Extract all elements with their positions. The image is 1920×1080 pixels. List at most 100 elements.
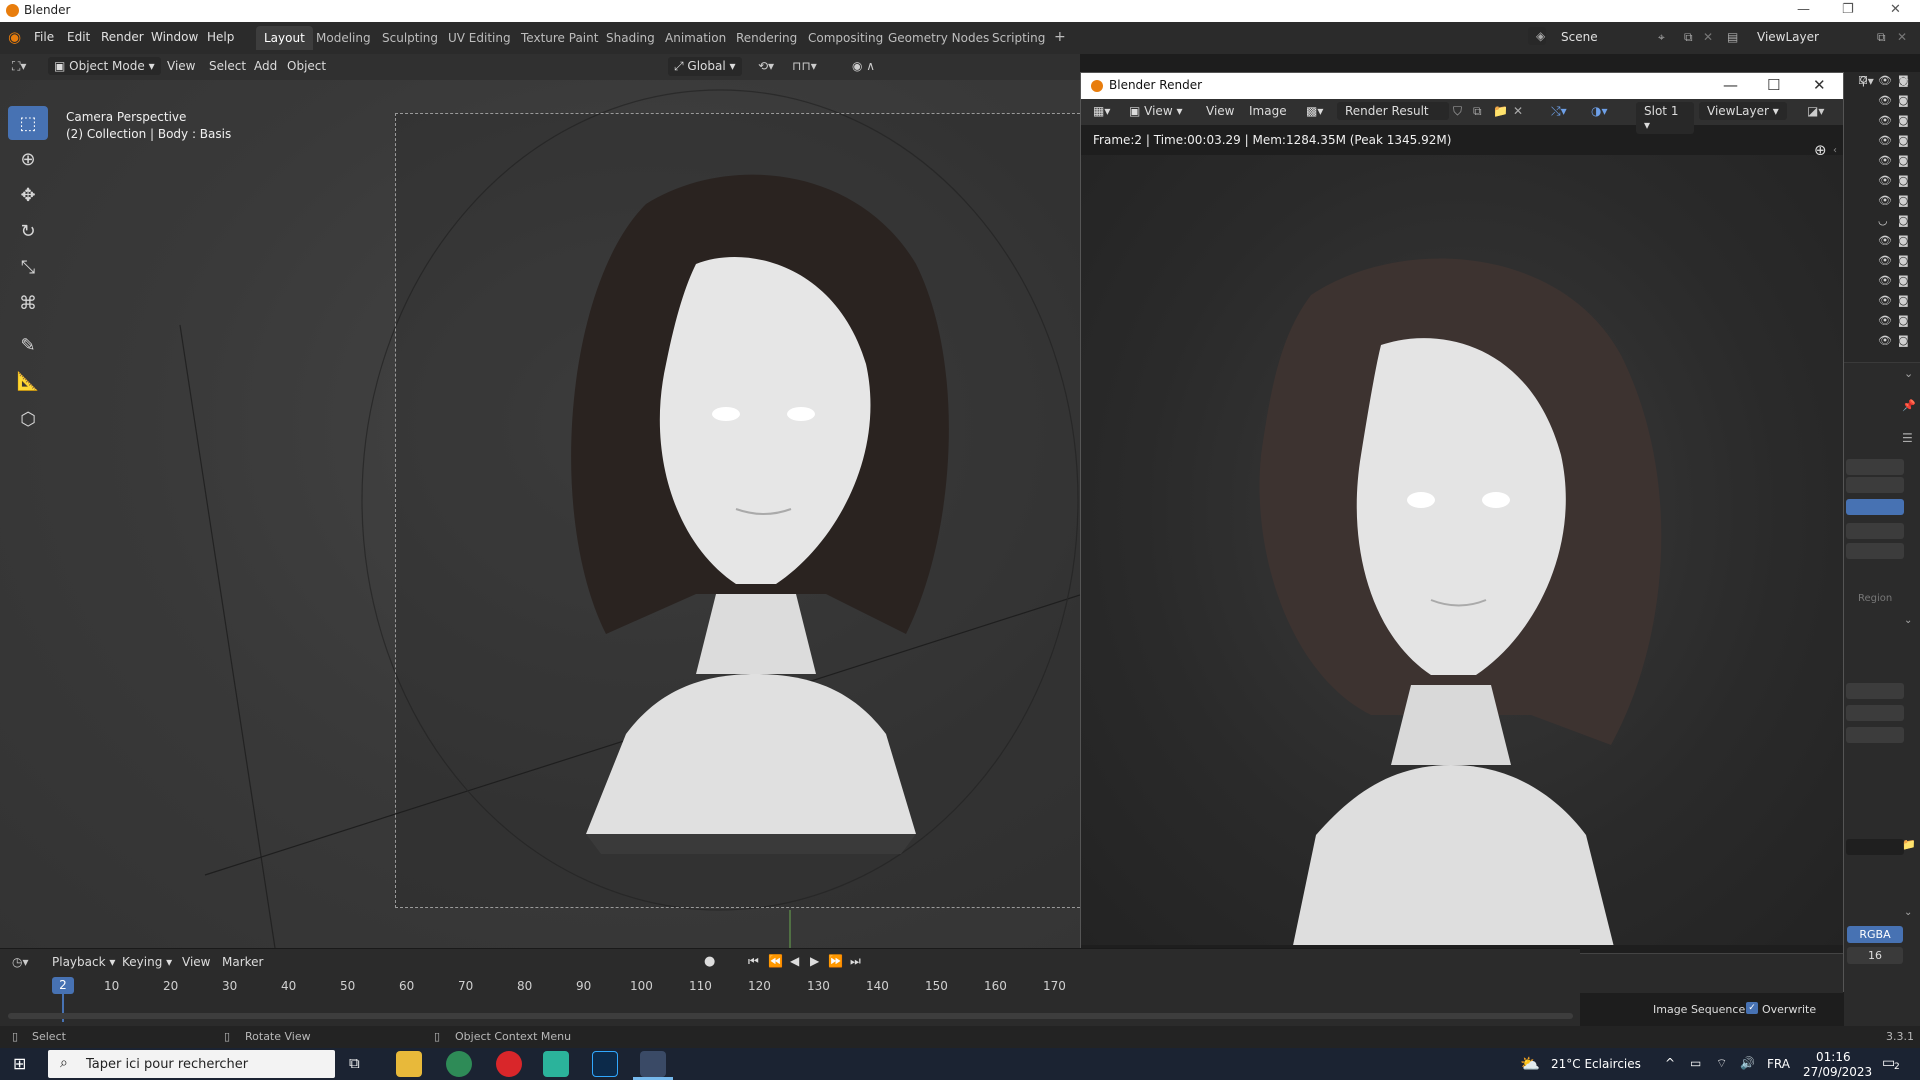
- play-icon[interactable]: ▶: [810, 954, 819, 968]
- close-icon[interactable]: ✕: [1890, 2, 1901, 17]
- view-layer-icon[interactable]: ▤: [1727, 30, 1738, 44]
- render-close-icon[interactable]: ✕: [1813, 76, 1826, 94]
- visibility-eye-icon[interactable]: 👁: [1878, 154, 1892, 167]
- tab-scripting[interactable]: Scripting: [984, 26, 1053, 50]
- render-camera-icon[interactable]: ◙: [1898, 254, 1910, 267]
- proportional-edit-icon[interactable]: ◉ ∧: [852, 59, 875, 73]
- visibility-eye-icon[interactable]: 👁: [1878, 314, 1892, 327]
- prev-keyframe-icon[interactable]: ⏪: [768, 954, 783, 968]
- tab-uv-editing[interactable]: UV Editing: [440, 26, 519, 50]
- photoshop-icon[interactable]: [592, 1051, 618, 1077]
- render-camera-icon[interactable]: ◙: [1898, 214, 1910, 227]
- windows-start-icon[interactable]: ⊞: [13, 1054, 26, 1073]
- tab-shading[interactable]: Shading: [598, 26, 663, 50]
- image-browse-icon[interactable]: ▩▾: [1306, 104, 1323, 118]
- dropdown-arrow-icon[interactable]: ⌄: [1904, 615, 1912, 626]
- delete-scene-icon[interactable]: ✕: [1703, 30, 1713, 44]
- visibility-eye-icon[interactable]: 👁: [1878, 74, 1892, 87]
- overlay-icon[interactable]: ◑▾: [1591, 104, 1608, 118]
- menu-add[interactable]: Add: [254, 59, 277, 73]
- list-icon[interactable]: ☰: [1902, 431, 1913, 445]
- output-path-field[interactable]: [1846, 839, 1904, 855]
- rotate-tool-icon[interactable]: ↻: [8, 214, 48, 248]
- menu-window[interactable]: Window: [151, 30, 198, 44]
- record-icon[interactable]: ●: [704, 954, 715, 969]
- timeline[interactable]: ◷▾ Playback ▾ Keying ▾ View Marker ● ⏮ ⏪…: [0, 948, 1580, 1026]
- color-depth-toggle[interactable]: 16: [1847, 947, 1903, 964]
- timeline-editor-icon[interactable]: ◷▾: [12, 955, 29, 969]
- render-camera-icon[interactable]: ◙: [1898, 114, 1910, 127]
- jump-start-icon[interactable]: ⏮: [748, 954, 759, 969]
- render-camera-icon[interactable]: ◙: [1898, 94, 1910, 107]
- property-field[interactable]: [1846, 543, 1904, 559]
- new-scene-icon[interactable]: ⧉: [1684, 30, 1693, 45]
- file-explorer-icon[interactable]: [396, 1051, 422, 1077]
- render-camera-icon[interactable]: ◙: [1898, 174, 1910, 187]
- image-name-field[interactable]: Render Result: [1337, 102, 1449, 120]
- clock-date[interactable]: 27/09/2023: [1803, 1065, 1872, 1079]
- render-camera-icon[interactable]: ◙: [1898, 134, 1910, 147]
- visibility-eye-icon[interactable]: 👁: [1878, 234, 1892, 247]
- tab-rendering[interactable]: Rendering: [728, 26, 805, 50]
- marker-menu[interactable]: Marker: [222, 955, 263, 969]
- view-mode-dropdown[interactable]: ▣ View ▾: [1129, 104, 1182, 118]
- render-camera-icon[interactable]: ◙: [1898, 274, 1910, 287]
- opera-icon[interactable]: [496, 1051, 522, 1077]
- property-field[interactable]: [1846, 459, 1904, 475]
- folder-icon[interactable]: 📁: [1902, 838, 1916, 851]
- delete-view-layer-icon[interactable]: ✕: [1897, 30, 1907, 44]
- tab-layout[interactable]: Layout: [256, 26, 313, 50]
- render-camera-icon[interactable]: ◙: [1898, 314, 1910, 327]
- visibility-eye-icon[interactable]: 👁: [1878, 134, 1892, 147]
- dropdown-arrow-icon[interactable]: ⌄: [1904, 907, 1912, 918]
- scale-tool-icon[interactable]: ⤡: [8, 250, 48, 284]
- render-camera-icon[interactable]: ◙: [1898, 74, 1910, 87]
- render-camera-icon[interactable]: ◙: [1898, 154, 1910, 167]
- visibility-eye-icon[interactable]: 👁: [1878, 174, 1892, 187]
- gizmo-icon[interactable]: ⤭▾: [1551, 104, 1567, 119]
- overwrite-checkbox[interactable]: ✓: [1746, 1002, 1758, 1014]
- select-box-tool-icon[interactable]: ⬚: [8, 106, 48, 140]
- editor-type-icon[interactable]: ⛶▾: [12, 59, 26, 74]
- visibility-eye-icon[interactable]: 👁: [1878, 114, 1892, 127]
- visibility-eye-icon[interactable]: 👁: [1878, 254, 1892, 267]
- language-indicator[interactable]: FRA: [1767, 1057, 1790, 1071]
- maximize-icon[interactable]: ❐: [1842, 2, 1854, 17]
- add-cube-tool-icon[interactable]: ⬡: [8, 402, 48, 436]
- property-field-active[interactable]: [1846, 499, 1904, 515]
- move-tool-icon[interactable]: ✥: [8, 178, 48, 212]
- annotate-tool-icon[interactable]: ✎: [8, 328, 48, 362]
- collapse-icon[interactable]: ⌄: [1904, 367, 1913, 380]
- tab-texture-paint[interactable]: Texture Paint: [513, 26, 606, 50]
- render-layer-dropdown[interactable]: ViewLayer ▾: [1699, 102, 1787, 120]
- cursor-tool-icon[interactable]: ⊕: [8, 142, 48, 176]
- menu-view[interactable]: View: [1206, 104, 1234, 118]
- render-camera-icon[interactable]: ◙: [1898, 334, 1910, 347]
- property-field[interactable]: [1846, 727, 1904, 743]
- exclude-checkbox[interactable]: ☑: [1858, 74, 1868, 87]
- measure-tool-icon[interactable]: 📐: [8, 364, 48, 398]
- slot-dropdown[interactable]: Slot 1 ▾: [1636, 102, 1694, 134]
- 3d-viewport[interactable]: Camera Perspective (2) Collection | Body…: [0, 80, 1080, 948]
- chrome-icon[interactable]: [446, 1051, 472, 1077]
- visibility-eye-icon[interactable]: 👁: [1878, 334, 1892, 347]
- clock-time[interactable]: 01:16: [1816, 1050, 1851, 1064]
- open-image-icon[interactable]: 📁: [1493, 104, 1508, 118]
- tab-modeling[interactable]: Modeling: [308, 26, 379, 50]
- hidden-eye-icon[interactable]: ◡: [1878, 214, 1890, 227]
- fake-user-shield-icon[interactable]: ⛉: [1453, 104, 1462, 119]
- snap-icon[interactable]: ⊓⊓▾: [792, 59, 817, 73]
- render-camera-icon[interactable]: ◙: [1898, 294, 1910, 307]
- menu-render[interactable]: Render: [101, 30, 144, 44]
- mode-dropdown[interactable]: ▣ Object Mode ▾: [48, 57, 161, 75]
- minimize-icon[interactable]: —: [1797, 2, 1810, 17]
- blender-taskbar-icon[interactable]: [640, 1051, 666, 1077]
- device-icon[interactable]: ▭: [1690, 1056, 1701, 1070]
- property-field[interactable]: [1846, 705, 1904, 721]
- task-view-icon[interactable]: ⧉: [349, 1054, 360, 1072]
- tray-chevron-icon[interactable]: ^: [1665, 1056, 1675, 1070]
- render-maximize-icon[interactable]: ☐: [1767, 76, 1780, 94]
- menu-file[interactable]: File: [34, 30, 54, 44]
- rgba-toggle[interactable]: RGBA: [1847, 926, 1903, 943]
- render-camera-icon[interactable]: ◙: [1898, 194, 1910, 207]
